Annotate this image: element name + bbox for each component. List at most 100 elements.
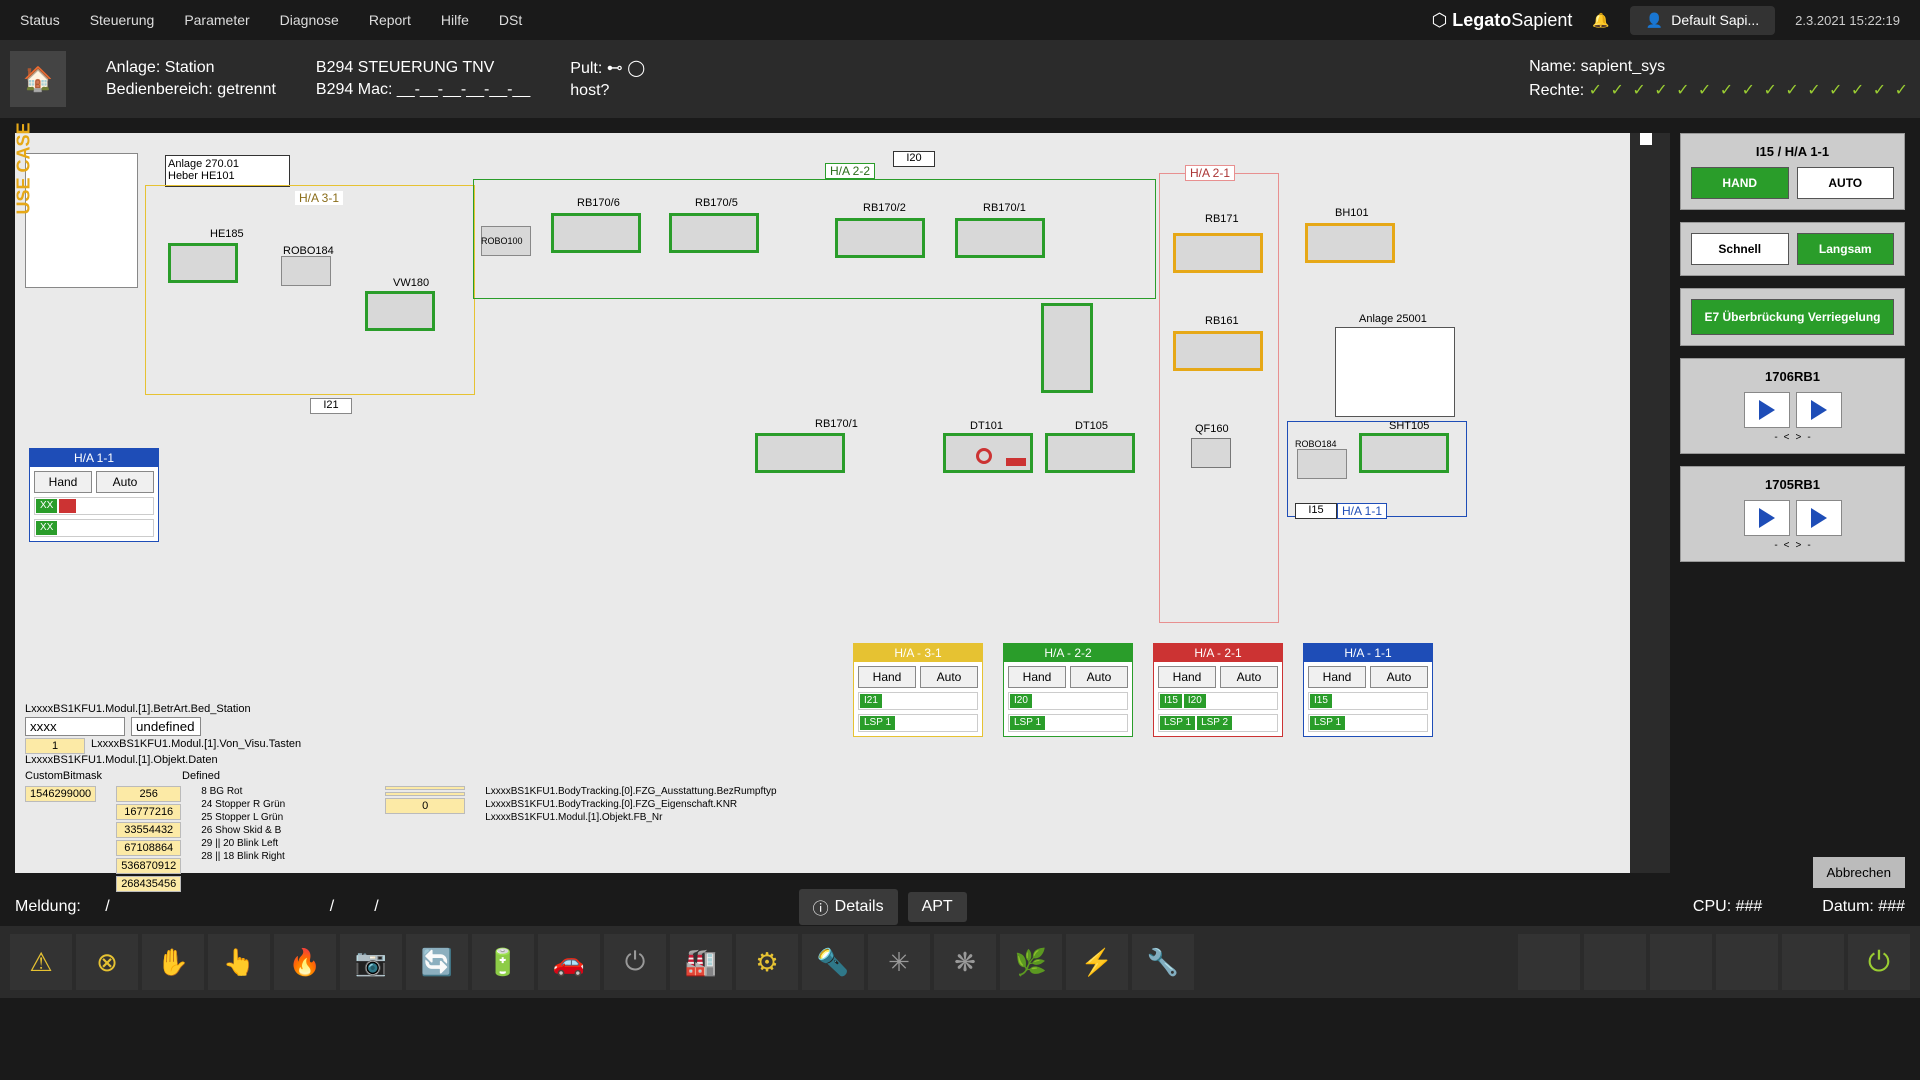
hand-button[interactable]: HAND (1691, 167, 1789, 199)
device-he185[interactable] (168, 243, 238, 283)
cancel-button[interactable]: Abbrechen (1813, 857, 1905, 888)
details-button[interactable]: ⓘ Details (799, 889, 898, 925)
tool-icon-6[interactable]: 🔄 (406, 934, 468, 990)
cpu-info: CPU: ### (1693, 898, 1762, 916)
menu-hilfe[interactable]: Hilfe (441, 12, 469, 28)
screen-i15[interactable]: I15 (1295, 503, 1337, 519)
device-rb1701b[interactable] (755, 433, 845, 473)
user-button[interactable]: 👤 Default Sapi... (1630, 6, 1775, 35)
auto-button[interactable]: AUTO (1797, 167, 1895, 199)
ha-auto[interactable]: Auto (920, 666, 978, 688)
ha-hand[interactable]: Hand (1158, 666, 1216, 688)
ha-hand[interactable]: Hand (1308, 666, 1366, 688)
chip: LSP 1 (860, 716, 895, 730)
ha-hand[interactable]: Hand (1008, 666, 1066, 688)
home-button[interactable]: 🏠 (10, 51, 66, 107)
zone-ha31[interactable] (145, 185, 475, 395)
device-rb1706[interactable] (551, 213, 641, 253)
chip: I20 (1010, 694, 1032, 708)
power-button[interactable]: ⏻ (1848, 934, 1910, 990)
ha-left-auto[interactable]: Auto (96, 471, 154, 493)
anlage25001-box[interactable] (1335, 327, 1455, 417)
dbg-input (385, 792, 465, 796)
device-sht105[interactable] (1359, 433, 1449, 473)
tool-empty1[interactable] (1518, 934, 1580, 990)
dbg-val: 24 Stopper R Grün (201, 799, 285, 810)
langsam-button[interactable]: Langsam (1797, 233, 1895, 265)
menu-dst[interactable]: DSt (499, 12, 522, 28)
screen-i20[interactable]: I20 (893, 151, 935, 167)
schnell-button[interactable]: Schnell (1691, 233, 1789, 265)
use-case-box[interactable]: USE CASE (25, 153, 138, 288)
menubar: Status Steuerung Parameter Diagnose Repo… (0, 0, 1920, 40)
device-robo184b[interactable] (1297, 449, 1347, 479)
chip: XX (36, 521, 57, 535)
tool-icon-11[interactable]: ⚙ (736, 934, 798, 990)
apt-button[interactable]: APT (908, 892, 967, 922)
device-rb1705[interactable] (669, 213, 759, 253)
menu-status[interactable]: Status (20, 12, 60, 28)
arrow-left-1706[interactable] (1744, 392, 1790, 428)
menu-steuerung[interactable]: Steuerung (90, 12, 155, 28)
device-rb171[interactable] (1173, 233, 1263, 273)
device-qf160[interactable] (1191, 438, 1231, 468)
rp-card-1705: 1705RB1 -<>- (1680, 466, 1905, 562)
device-vw180[interactable] (365, 291, 435, 331)
device-bh101[interactable] (1305, 223, 1395, 263)
tool-icon-12[interactable]: 🔦 (802, 934, 864, 990)
ha-auto[interactable]: Auto (1220, 666, 1278, 688)
lbl-qf160: QF160 (1195, 423, 1229, 435)
tool-icon-15[interactable]: 🌿 (1000, 934, 1062, 990)
device-rb161[interactable] (1173, 331, 1263, 371)
arrow-left-1705[interactable] (1744, 500, 1790, 536)
tool-icon-4[interactable]: 🔥 (274, 934, 336, 990)
rp-title4: 1706RB1 (1691, 369, 1894, 384)
tool-icon-3[interactable]: 👆 (208, 934, 270, 990)
dbg-val: 256 (116, 786, 181, 802)
tool-icon-14[interactable]: ❋ (934, 934, 996, 990)
arrow-right-1705[interactable] (1796, 500, 1842, 536)
notification-icon[interactable]: 🔔 (1592, 12, 1609, 29)
menu-parameter[interactable]: Parameter (184, 12, 249, 28)
lbl-rb1705: RB170/5 (695, 197, 738, 209)
tool-empty5[interactable] (1782, 934, 1844, 990)
scrollbar[interactable] (1630, 133, 1670, 873)
device-rb1702[interactable] (835, 218, 925, 258)
tool-icon-1[interactable]: ⊗ (76, 934, 138, 990)
tool-empty3[interactable] (1650, 934, 1712, 990)
ha-auto[interactable]: Auto (1070, 666, 1128, 688)
device-rb1701[interactable] (955, 218, 1045, 258)
tool-empty2[interactable] (1584, 934, 1646, 990)
ha-auto[interactable]: Auto (1370, 666, 1428, 688)
tool-icon-13[interactable]: ✳ (868, 934, 930, 990)
debug-input2[interactable] (131, 717, 201, 736)
tool-icon-2[interactable]: ✋ (142, 934, 204, 990)
tool-icon-7[interactable]: 🔋 (472, 934, 534, 990)
tool-icon-16[interactable]: ⚡ (1066, 934, 1128, 990)
tool-icon-17[interactable]: 🔧 (1132, 934, 1194, 990)
info-user: Name: sapient_sys Rechte: ✓ ✓ ✓ ✓ ✓ ✓ ✓ … (1529, 58, 1910, 100)
info-b294: B294 STEUERUNG TNV B294 Mac: __-__-__-__… (316, 59, 530, 99)
device-dt105[interactable] (1045, 433, 1135, 473)
device-dt101[interactable] (943, 433, 1033, 473)
tool-icon-9[interactable]: ⏻ (604, 934, 666, 990)
screen-i21[interactable]: I21 (310, 398, 352, 414)
debug-input1[interactable] (25, 717, 125, 736)
override-button[interactable]: E7 Überbrückung Verriegelung (1691, 299, 1894, 335)
tool-icon-0[interactable]: ⚠ (10, 934, 72, 990)
ha-left-hand[interactable]: Hand (34, 471, 92, 493)
anlage270-label: Anlage 270.01 Heber HE101 (165, 155, 290, 187)
arrow-right-1706[interactable] (1796, 392, 1842, 428)
tool-icon-10[interactable]: 🏭 (670, 934, 732, 990)
ha-hand[interactable]: Hand (858, 666, 916, 688)
tool-icon-5[interactable]: 📷 (340, 934, 402, 990)
tool-icon-8[interactable]: 🚗 (538, 934, 600, 990)
device-rb170-vert[interactable] (1041, 303, 1093, 393)
device-robo184[interactable] (281, 256, 331, 286)
tool-empty4[interactable] (1716, 934, 1778, 990)
menu-diagnose[interactable]: Diagnose (280, 12, 339, 28)
ha-panel-1: H/A - 2-2 Hand Auto I20 LSP 1 (1003, 643, 1133, 737)
menu-report[interactable]: Report (369, 12, 411, 28)
chip: LSP 1 (1310, 716, 1345, 730)
scada-canvas[interactable]: USE CASE Anlage 270.01 Heber HE101 H/A 3… (15, 133, 1630, 873)
